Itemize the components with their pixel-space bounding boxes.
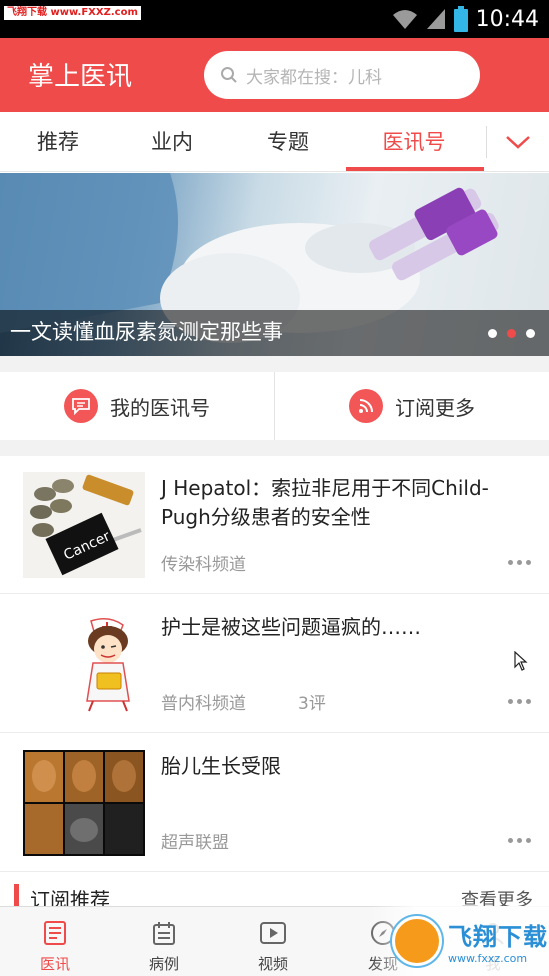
nav-item-video[interactable]: 视频 [218, 907, 328, 976]
banner-caption: 一文读懂血尿素氮测定那些事 [10, 320, 283, 344]
article-title: 护士是被这些问题逼疯的…… [161, 615, 421, 639]
article-title: 胎儿生长受限 [161, 754, 281, 778]
nav-label: 视频 [257, 955, 288, 973]
list-item[interactable]: 护士是被这些问题逼疯的…… 普内科频道 3评 [0, 595, 549, 733]
search-placeholder: 大家都在搜：儿科 [246, 67, 382, 88]
news-icon [41, 919, 69, 947]
nav-item-cases[interactable]: 病例 [109, 907, 219, 976]
spacer [0, 356, 549, 372]
status-bar: 飞翔下载 www.FXXZ.com 10:44 [0, 0, 549, 38]
category-tabs: 推荐 业内 专题 医讯号 [0, 112, 549, 172]
tab-topics[interactable]: 专题 [230, 112, 346, 172]
section-accent-bar [14, 884, 19, 908]
watermark-label: 飞翔下载 www.FXXZ.com [4, 6, 141, 20]
subscribe-more-button[interactable]: 订阅更多 [275, 372, 549, 440]
active-tab-indicator [346, 167, 484, 171]
nav-item-news[interactable]: 医讯 [0, 907, 110, 976]
mouse-cursor-icon [514, 651, 528, 671]
article-title: J Hepatol：索拉非尼用于不同Child-Pugh分级患者的安全性 [161, 476, 489, 529]
my-channels-label: 我的医讯号 [110, 395, 210, 420]
watermark-name: 飞翔下载 [448, 923, 548, 951]
tab-industry[interactable]: 业内 [114, 112, 230, 172]
search-input[interactable]: 大家都在搜：儿科 [204, 51, 480, 99]
tab-channels[interactable]: 医讯号 [356, 112, 472, 172]
video-icon [259, 919, 287, 947]
watermark-logo-icon [392, 916, 442, 966]
article-source: 普内科频道 [161, 694, 246, 714]
list-item[interactable]: 胎儿生长受限 超声联盟 [0, 734, 549, 872]
calendar-icon [150, 919, 178, 947]
spacer [0, 440, 549, 456]
more-options-icon[interactable] [508, 560, 531, 565]
nav-label: 医讯 [39, 955, 70, 973]
clock: 10:44 [475, 6, 539, 32]
channel-actions: 我的医讯号 订阅更多 [0, 372, 549, 440]
carousel-dot[interactable] [526, 329, 535, 338]
watermark-overlay: 飞翔下载 www.fxxz.com [370, 906, 549, 976]
subscribe-more-label: 订阅更多 [395, 395, 475, 420]
banner-carousel[interactable]: 一文读懂血尿素氮测定那些事 [0, 173, 549, 356]
article-thumbnail: Cancer [23, 472, 145, 578]
search-icon [221, 67, 237, 83]
watermark-url: www.fxxz.com [448, 952, 528, 965]
more-options-icon[interactable] [508, 699, 531, 704]
wifi-icon [392, 10, 417, 29]
nav-label: 病例 [148, 955, 179, 973]
carousel-dot[interactable] [488, 329, 497, 338]
article-thumbnail [23, 750, 145, 856]
carousel-dots [488, 329, 535, 338]
article-thumbnail [23, 611, 145, 717]
rss-icon [349, 389, 383, 423]
tab-recommend[interactable]: 推荐 [0, 112, 116, 172]
app-header: 掌上医讯 大家都在搜：儿科 [0, 38, 549, 112]
chat-bubble-icon [64, 389, 98, 423]
my-channels-button[interactable]: 我的医讯号 [0, 372, 274, 440]
battery-icon [453, 6, 468, 32]
chevron-down-icon[interactable] [500, 126, 536, 158]
list-item[interactable]: Cancer J Hepatol：索拉非尼用于不同Child-Pugh分级患者的… [0, 456, 549, 594]
carousel-dot-active[interactable] [507, 329, 516, 338]
article-source: 传染科频道 [161, 555, 246, 575]
status-icons: 10:44 [392, 0, 539, 38]
more-options-icon[interactable] [508, 838, 531, 843]
app-title: 掌上医讯 [28, 62, 133, 92]
tab-divider [486, 126, 487, 158]
signal-icon [426, 9, 445, 29]
article-source: 超声联盟 [161, 833, 229, 853]
comment-count: 3评 [298, 694, 326, 714]
